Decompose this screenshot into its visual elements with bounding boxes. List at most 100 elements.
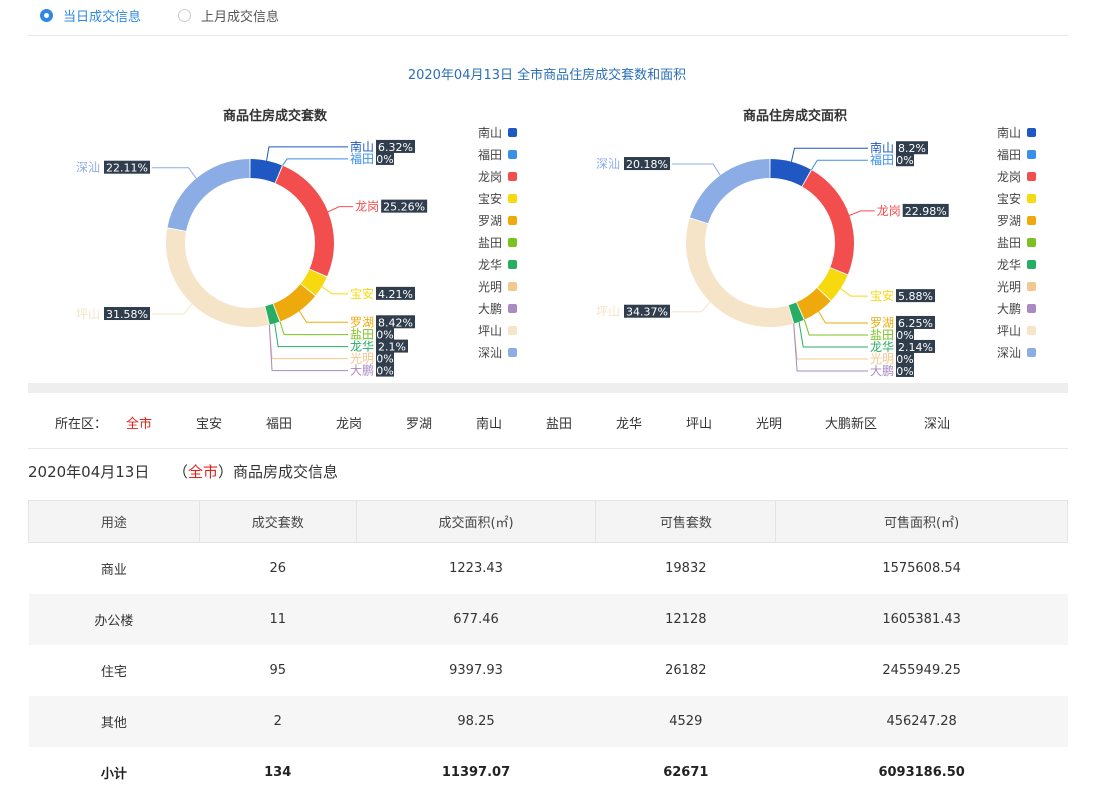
- slice-label-value: 22.98%: [905, 205, 947, 218]
- info-suffix: 商品房成交信息: [232, 463, 338, 481]
- district-futian[interactable]: 福田: [266, 413, 292, 432]
- cell: 11: [199, 593, 357, 645]
- table-row: 办公楼 11 677.46 12128 1605381.43: [28, 593, 1068, 645]
- donut-slice: [770, 159, 811, 187]
- legend-item-swatch: [1027, 216, 1036, 225]
- legend-item-swatch: [508, 128, 517, 137]
- label-leader-line: [152, 167, 197, 179]
- legend-item-label: 福田: [478, 147, 502, 162]
- district-guangming[interactable]: 光明: [756, 413, 782, 432]
- legend-item-label: 深汕: [478, 346, 502, 360]
- radio-today-indicator: [40, 9, 53, 22]
- slice-label-name: 大鹏: [350, 364, 374, 378]
- info-heading: 2020年04月13日 （全市）商品房成交信息: [28, 461, 338, 482]
- slice-label-value: 0%: [896, 365, 913, 378]
- cell: 62671: [663, 764, 709, 780]
- district-nanshan[interactable]: 南山: [476, 413, 502, 432]
- legend-item-label: 龙岗: [997, 170, 1021, 184]
- cell: 其他: [28, 695, 200, 747]
- cell: 6093186.50: [878, 764, 965, 780]
- cell: 2455949.25: [882, 662, 961, 678]
- cell: 小计: [100, 766, 127, 782]
- district-dapeng[interactable]: 大鹏新区: [825, 413, 877, 432]
- col-available-units: 可售套数: [595, 500, 777, 543]
- donut-slice: [275, 165, 335, 277]
- info-open-paren: （: [172, 463, 188, 481]
- district-luohu[interactable]: 罗湖: [406, 413, 432, 432]
- legend-item-swatch: [1027, 282, 1036, 291]
- cell: 26: [269, 560, 286, 576]
- radio-today-label: 当日成交信息: [63, 10, 142, 25]
- cell: 1223.43: [449, 560, 503, 576]
- district-shenshan[interactable]: 深汕: [924, 413, 950, 432]
- slice-label-value: 0%: [896, 154, 913, 167]
- legend-item-label: 福田: [997, 147, 1021, 162]
- legend-item-label: 盐田: [478, 236, 502, 250]
- slice-label-name: 福田: [350, 151, 374, 166]
- legend-item-swatch: [508, 216, 517, 225]
- district-baoan[interactable]: 宝安: [196, 413, 222, 432]
- donut-slice: [166, 228, 269, 327]
- info-date: 2020年04月13日: [28, 463, 150, 481]
- slice-label-value: 0%: [376, 153, 393, 166]
- cell: 677.46: [356, 593, 596, 645]
- col-usage: 用途: [28, 500, 200, 543]
- cell: 1575608.54: [882, 560, 961, 576]
- radio-last-month-indicator: [178, 9, 191, 22]
- col-deal-area: 成交面积(㎡): [355, 500, 597, 543]
- donut-charts: 商品住房成交套数南山 6.32%福田 0%龙岗 25.26%宝安 4.21%罗湖 8.42…: [76, 108, 1036, 378]
- legend-item-swatch: [1027, 304, 1036, 313]
- legend-item-label: 坪山: [478, 324, 502, 338]
- table-row: 住宅 95 9397.93 26182 2455949.25: [29, 645, 1068, 696]
- slice-label-name: 宝安: [350, 286, 374, 301]
- cell: 商业: [100, 562, 127, 578]
- slice-label-value: 5.88%: [898, 290, 933, 303]
- legend-item-swatch: [1027, 128, 1036, 137]
- legend-item-swatch: [1027, 348, 1036, 357]
- cell: 11397.07: [441, 764, 511, 780]
- slice-label-value: 4.21%: [378, 288, 413, 301]
- district-yantian[interactable]: 盐田: [546, 413, 572, 432]
- table-total-row: 小计 134 11397.07 62671 6093186.50: [29, 747, 1068, 798]
- legend-item-label: 龙华: [997, 258, 1021, 272]
- district-filter-label: 所在区：: [55, 417, 108, 432]
- cell: 95: [269, 662, 286, 678]
- legend-item-swatch: [1027, 172, 1036, 181]
- radio-last-month[interactable]: 上月成交信息: [178, 6, 279, 25]
- radio-today[interactable]: 当日成交信息: [40, 6, 141, 25]
- slice-label-value: 25.26%: [383, 201, 425, 214]
- cell: 134: [264, 764, 292, 780]
- legend-item-swatch: [508, 238, 517, 247]
- slice-label-value: 31.58%: [106, 308, 148, 321]
- slice-label-name: 坪山: [76, 307, 100, 321]
- period-radio-group: 当日成交信息 上月成交信息: [28, 0, 1068, 36]
- cell: 26182: [665, 662, 707, 678]
- legend-item-swatch: [508, 282, 517, 291]
- label-leader-line: [672, 163, 721, 176]
- info-close-paren: ）: [217, 463, 233, 481]
- district-all[interactable]: 全市: [126, 413, 152, 432]
- label-leader-line: [268, 324, 348, 360]
- district-longgang[interactable]: 龙岗: [336, 413, 362, 432]
- donut-slice: [167, 159, 250, 231]
- legend-item-swatch: [508, 304, 517, 313]
- col-available-area: 可售面积(㎡): [775, 500, 1068, 543]
- transaction-table: 用途 成交套数 成交面积(㎡) 可售套数 可售面积(㎡) 商业 26 1223.…: [28, 500, 1068, 798]
- donut-chart-1: 商品住房成交套数南山 6.32%福田 0%龙岗 25.26%宝安 4.21%罗湖 8.42…: [76, 108, 517, 378]
- district-longhua[interactable]: 龙华: [616, 413, 642, 432]
- donut-slice: [802, 170, 854, 275]
- slice-label-name: 大鹏: [870, 364, 894, 378]
- label-leader-line: [268, 324, 348, 372]
- district-filter: 所在区： 全市 宝安 福田 龙岗 罗湖 南山 盐田 龙华 坪山 光明 大鹏新区 …: [28, 393, 1068, 449]
- donut-chart-2: 商品住房成交面积南山 8.2%福田 0%龙岗 22.98%宝安 5.88%罗湖 6.25%…: [596, 108, 1036, 378]
- legend-item-swatch: [508, 172, 517, 181]
- legend-item-swatch: [1027, 150, 1036, 159]
- legend-item-label: 南山: [478, 125, 502, 140]
- table-header-row: 用途 成交套数 成交面积(㎡) 可售套数 可售面积(㎡): [28, 500, 1068, 543]
- district-pingshan[interactable]: 坪山: [686, 413, 712, 432]
- label-leader-line: [672, 301, 711, 313]
- cell: 12128: [595, 593, 776, 645]
- cell: 1605381.43: [775, 593, 1068, 645]
- table-row: 商业 26 1223.43 19832 1575608.54: [29, 543, 1068, 594]
- slice-label-value: 22.11%: [106, 162, 148, 175]
